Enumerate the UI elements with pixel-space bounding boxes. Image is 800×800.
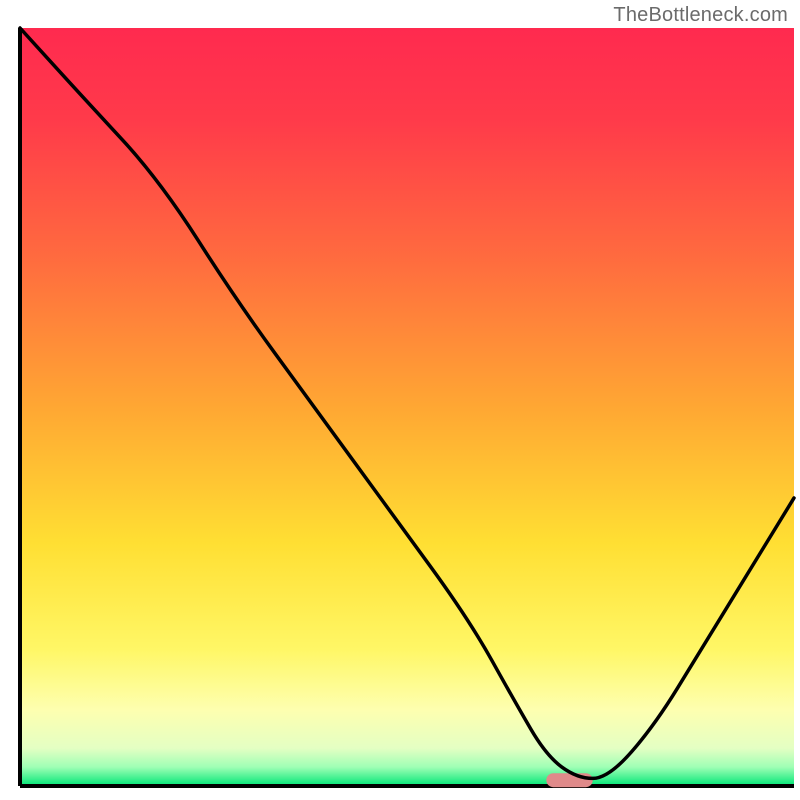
chart-svg [0,0,800,800]
bottleneck-chart: TheBottleneck.com [0,0,800,800]
optimal-range-marker [546,773,592,787]
plot-background [20,28,794,786]
site-watermark: TheBottleneck.com [613,4,788,27]
